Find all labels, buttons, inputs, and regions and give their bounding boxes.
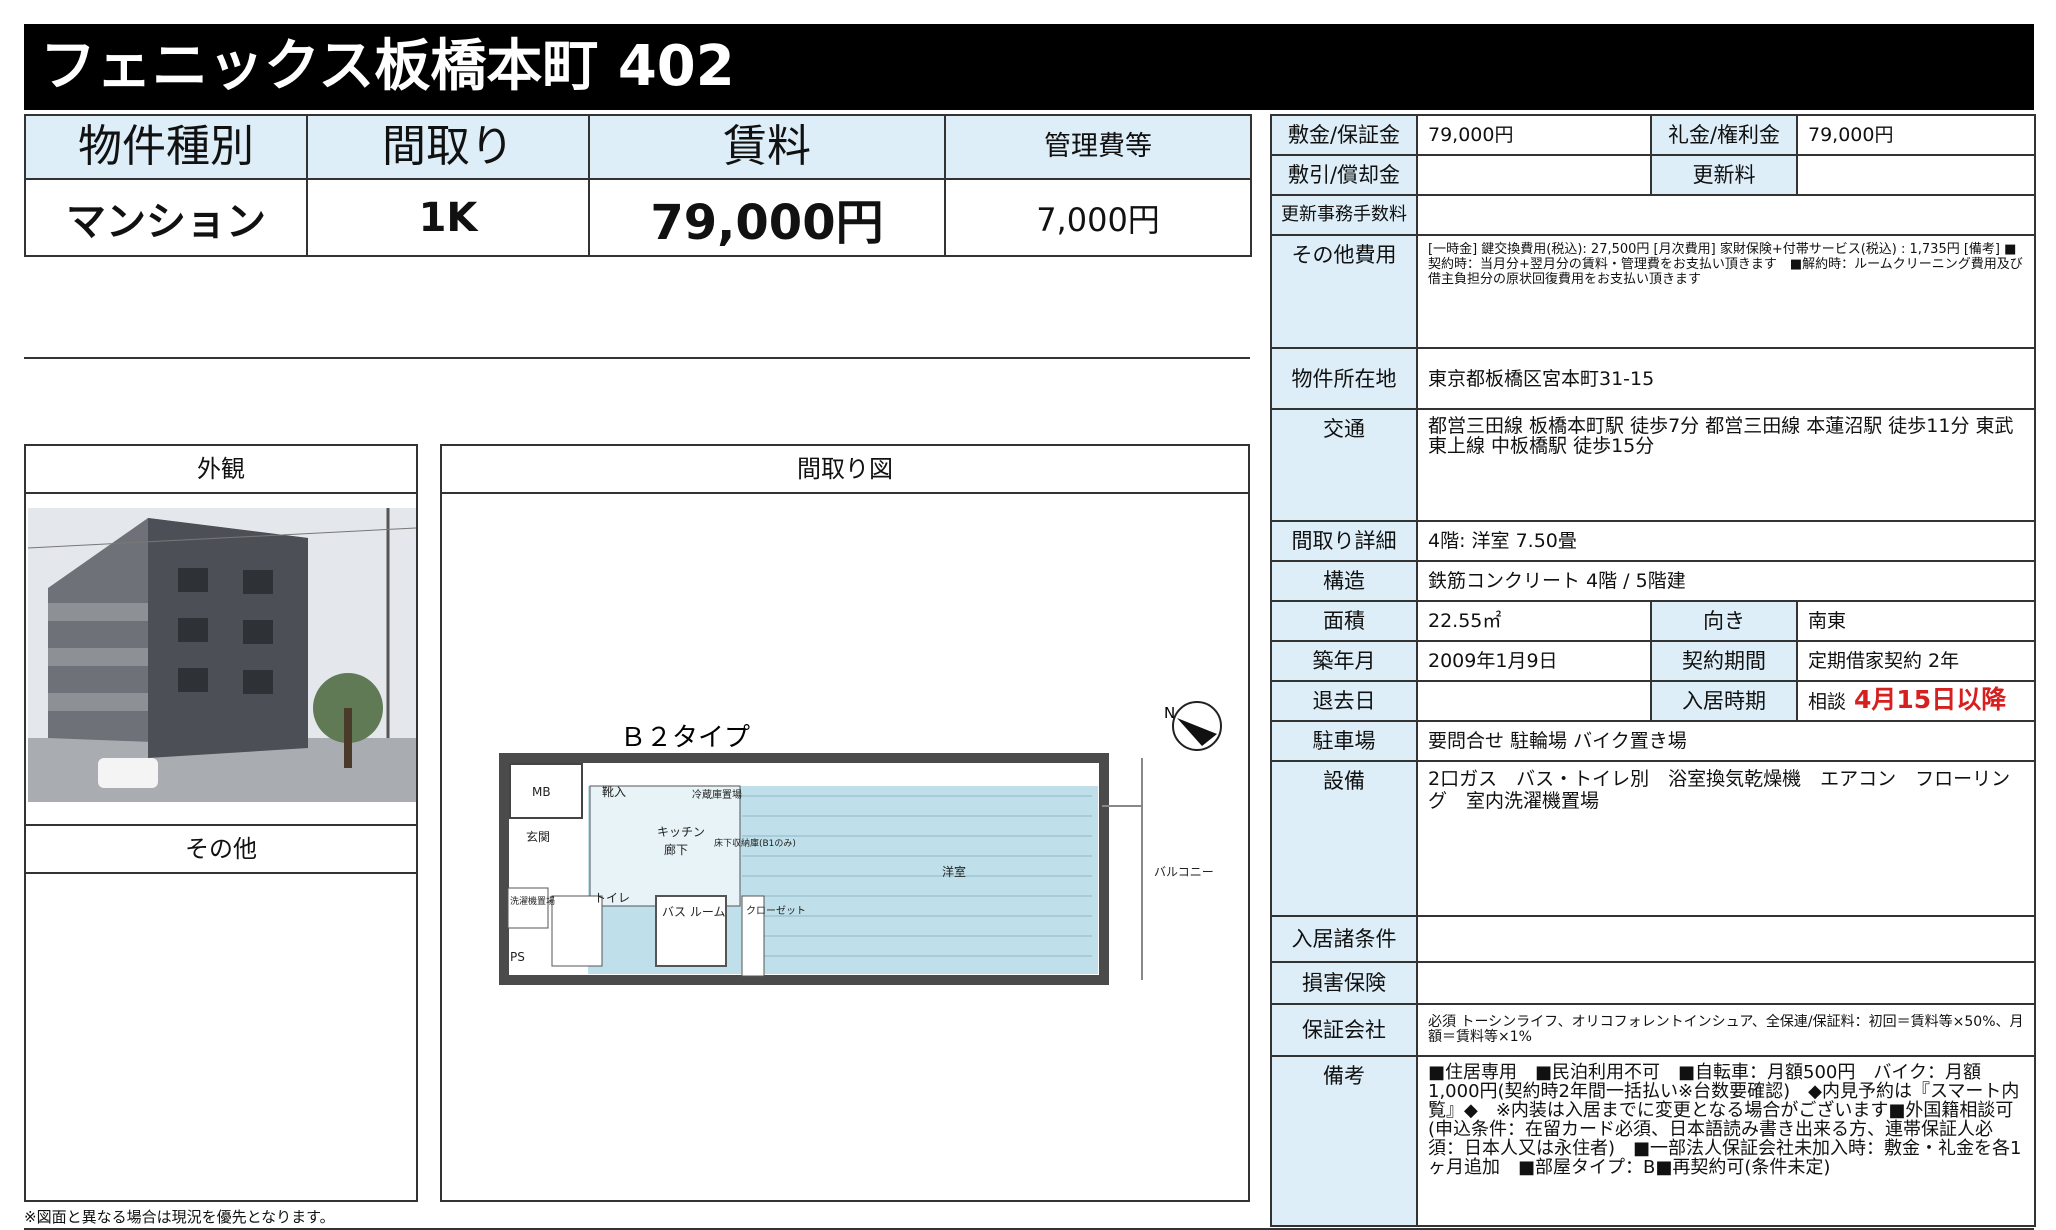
remarks-value: ■住居専用 ■民泊利用不可 ■自転車：月額500円 バイク：月額1,000円(契… [1416,1055,2036,1227]
deposit-value: 79,000円 [1416,114,1652,156]
direction-label: 向き [1650,600,1798,642]
title-bar: フェニックス板橋本町 402 [24,24,2034,110]
other-panel: その他 [24,824,418,1202]
contract-value: 定期借家契約 2年 [1796,640,2036,682]
insurance-value [1416,961,2036,1005]
summary-layout: 1K [306,178,590,257]
floorplan-header: 間取り図 [442,446,1248,494]
svg-text:靴入: 靴入 [602,785,626,799]
area-label: 面積 [1270,600,1418,642]
divider [24,357,1250,359]
move-in-label: 入居時期 [1650,680,1798,722]
contract-label: 契約期間 [1650,640,1798,682]
floorplan-drawing: Ｂ２タイプ N MB 靴入 冷蔵庫置場 キッチン 廊下 床下収納庫(B1のみ) … [499,701,1222,985]
structure-label: 構造 [1270,560,1418,602]
svg-text:玄関: 玄関 [526,829,550,844]
vacate-label: 退去日 [1270,680,1418,722]
layout-detail-value: 4階: 洋室 7.50畳 [1416,520,2036,562]
building-image [28,508,416,802]
svg-text:キッチン: キッチン [657,825,705,839]
conditions-label: 入居諸条件 [1270,915,1418,963]
address-label: 物件所在地 [1270,347,1418,410]
svg-text:クローゼット: クローゼット [746,905,806,917]
key-money-value: 79,000円 [1796,114,2036,156]
footnote: ※図面と異なる場合は現況を優先となります。 [24,1208,335,1226]
svg-text:トイレ: トイレ [594,891,630,905]
key-money-label: 礼金/権利金 [1650,114,1798,156]
move-in-value: 相談 4月15日以降 [1796,680,2036,722]
summary-fee: 7,000円 [944,178,1252,257]
area-value: 22.55㎡ [1416,600,1652,642]
summary-header-rent: 賃料 [588,114,946,180]
svg-text:MB: MB [532,785,551,799]
floorplan-panel: 間取り図 Ｂ２タイプ N MB 靴入 冷蔵庫置場 キッチン 廊下 床下収納庫(B… [440,444,1250,1202]
move-in-prefix: 相談 [1808,691,1847,713]
guarantor-label: 保証会社 [1270,1003,1418,1057]
structure-value: 鉄筋コンクリート 4階 / 5階建 [1416,560,2036,602]
renewal-fee-value [1416,194,2036,236]
summary-header-row: 物件種別 間取り 賃料 管理費等 [24,114,1252,180]
direction-value: 南東 [1796,600,2036,642]
summary-table: 物件種別 間取り 賃料 管理費等 マンション 1K 79,000円 7,000円 [24,114,1252,257]
parking-label: 駐車場 [1270,720,1418,762]
conditions-value [1416,915,2036,963]
other-costs-value: [一時金] 鍵交換費用(税込): 27,500円 [月次費用] 家財保険+付帯サ… [1416,234,2036,349]
svg-text:廊下: 廊下 [664,842,688,857]
renewal-fee-label: 更新事務手数料 [1270,194,1418,236]
summary-rent: 79,000円 [588,178,946,257]
svg-text:洋室: 洋室 [942,864,966,879]
insurance-label: 損害保険 [1270,961,1418,1005]
svg-text:洗濯機置場: 洗濯機置場 [510,895,555,907]
shikibiki-value [1416,154,1652,196]
property-title: フェニックス板橋本町 402 [40,34,735,99]
renewal-label: 更新料 [1650,154,1798,196]
svg-text:バルコニー: バルコニー [1154,865,1214,879]
summary-header-layout: 間取り [306,114,590,180]
exterior-photo [28,508,416,802]
svg-text:バス ルーム: バス ルーム [662,905,725,919]
address-value: 東京都板橋区宮本町31-15 [1416,347,2036,410]
svg-text:PS: PS [510,950,525,964]
exterior-header: 外観 [26,446,416,494]
svg-text:N: N [1164,704,1175,722]
summary-value-row: マンション 1K 79,000円 7,000円 [24,178,1252,257]
details-table: 敷金/保証金 79,000円 礼金/権利金 79,000円 敷引/償却金 更新料… [1270,114,2036,1227]
shikibiki-label: 敷引/償却金 [1270,154,1418,196]
layout-detail-label: 間取り詳細 [1270,520,1418,562]
transport-value: 都営三田線 板橋本町駅 徒歩7分 都営三田線 本蓮沼駅 徒歩11分 東武東上線 … [1416,408,2036,522]
renewal-value [1796,154,2036,196]
summary-header-fee: 管理費等 [944,114,1252,180]
equipment-label: 設備 [1270,760,1418,917]
floorplan-type-label: Ｂ２タイプ [620,723,750,753]
guarantor-value: 必須 トーシンライフ、オリコフォレントインシュア、全保連/保証料：初回＝賃料等×… [1416,1003,2036,1057]
svg-text:冷蔵庫置場: 冷蔵庫置場 [692,788,742,801]
svg-text:床下収納庫(B1のみ): 床下収納庫(B1のみ) [714,837,796,849]
move-in-date: 4月15日以降 [1854,685,2007,714]
transport-label: 交通 [1270,408,1418,522]
parking-value: 要問合せ 駐輪場 バイク置き場 [1416,720,2036,762]
remarks-label: 備考 [1270,1055,1418,1227]
vacate-value [1416,680,1652,722]
summary-header-type: 物件種別 [24,114,308,180]
other-costs-label: その他費用 [1270,234,1418,349]
summary-type: マンション [24,178,308,257]
built-value: 2009年1月9日 [1416,640,1652,682]
exterior-panel: 外観 [24,444,418,826]
other-header: その他 [26,826,416,874]
equipment-value: 2口ガス バス・トイレ別 浴室換気乾燥機 エアコン フローリング 室内洗濯機置場 [1416,760,2036,917]
deposit-label: 敷金/保証金 [1270,114,1418,156]
built-label: 築年月 [1270,640,1418,682]
